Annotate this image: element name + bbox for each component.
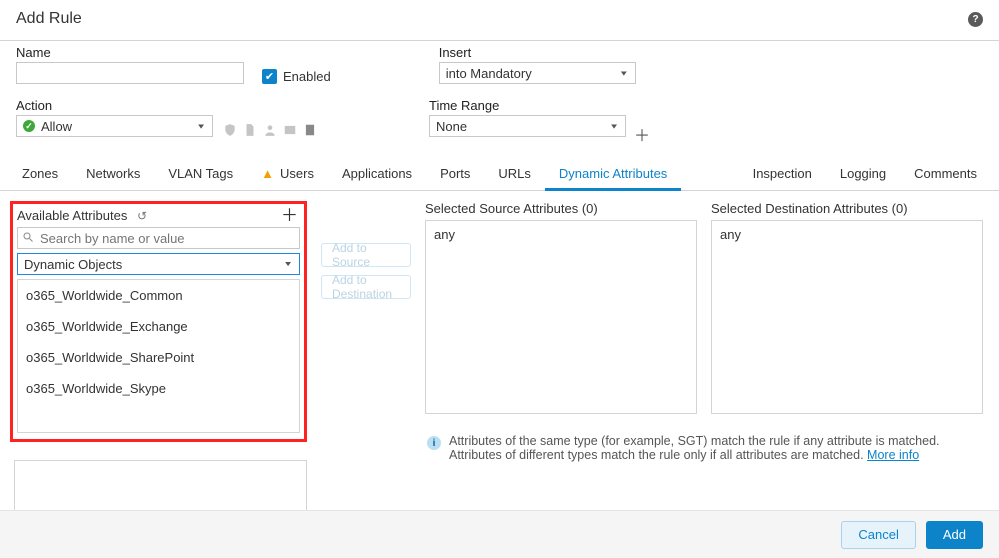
add-to-destination-button: Add to Destination [321,275,411,299]
help-icon[interactable]: ? [968,12,983,27]
search-icon [22,231,34,246]
user-icon [263,123,277,137]
timerange-label: Time Range [429,98,626,113]
name-input[interactable] [16,62,244,84]
available-attributes-panel: Available Attributes ↻ ＋ Dynamic Objects… [10,201,307,442]
action-value: Allow [41,119,72,134]
tab-vlan-tags[interactable]: VLAN Tags [154,157,247,191]
timerange-value: None [436,119,467,134]
chevron-down-icon: ▼ [283,260,293,268]
tab-logging[interactable]: Logging [826,157,900,191]
checkmark-icon: ✔ [262,69,277,84]
add-to-source-button: Add to Source [321,243,411,267]
more-info-link[interactable]: More info [867,448,919,462]
available-title: Available Attributes [17,208,127,223]
source-box[interactable]: any [425,220,697,414]
tab-networks[interactable]: Networks [72,157,154,191]
source-value: any [434,227,455,242]
chevron-down-icon: ▼ [196,122,206,130]
insert-value: into Mandatory [446,66,532,81]
action-select[interactable]: ✓ Allow ▼ [16,115,213,137]
dest-box[interactable]: any [711,220,983,414]
tab-ports[interactable]: Ports [426,157,484,191]
shield-icon [223,123,237,137]
hint-text: i Attributes of the same type (for examp… [425,434,983,462]
post-action-icons [223,123,317,137]
source-title: Selected Source Attributes (0) [425,201,697,216]
attribute-type-select[interactable]: Dynamic Objects ▼ [17,253,300,275]
attribute-type-value: Dynamic Objects [24,257,122,272]
tab-inspection[interactable]: Inspection [739,157,826,191]
chevron-down-icon: ▼ [609,122,619,130]
tab-zones[interactable]: Zones [8,157,72,191]
warning-icon: ▲ [261,166,274,181]
chevron-down-icon: ▼ [619,69,629,77]
file-icon [243,123,257,137]
tab-comments[interactable]: Comments [900,157,991,191]
add-button[interactable]: Add [926,521,983,549]
cancel-button[interactable]: Cancel [841,521,915,549]
tab-applications[interactable]: Applications [328,157,426,191]
enabled-label: Enabled [283,69,331,84]
insert-select[interactable]: into Mandatory ▼ [439,62,636,84]
dest-value: any [720,227,741,242]
available-list: o365_Worldwide_Common o365_Worldwide_Exc… [17,279,300,433]
timerange-select[interactable]: None ▼ [429,115,626,137]
tab-users[interactable]: ▲ Users [247,157,328,191]
list-item[interactable]: o365_Worldwide_Common [18,280,299,311]
tab-bar: Zones Networks VLAN Tags ▲ Users Applica… [0,157,999,191]
enabled-checkbox[interactable]: ✔ Enabled [262,69,331,84]
search-input[interactable] [38,230,295,247]
tab-urls[interactable]: URLs [484,157,545,191]
allow-icon: ✓ [23,120,35,132]
name-label: Name [16,45,244,60]
search-input-wrap[interactable] [17,227,300,249]
dialog-title: Add Rule [16,10,82,28]
refresh-icon[interactable]: ↻ [137,209,147,223]
info-icon: i [427,436,441,450]
action-label: Action [16,98,213,113]
note-icon [303,123,317,137]
mail-icon [283,123,297,137]
list-item[interactable]: o365_Worldwide_SharePoint [18,342,299,373]
tab-dynamic-attributes[interactable]: Dynamic Attributes [545,157,681,191]
dest-title: Selected Destination Attributes (0) [711,201,983,216]
insert-label: Insert [439,45,636,60]
list-item[interactable]: o365_Worldwide_Exchange [18,311,299,342]
list-item[interactable]: o365_Worldwide_Skype [18,373,299,404]
